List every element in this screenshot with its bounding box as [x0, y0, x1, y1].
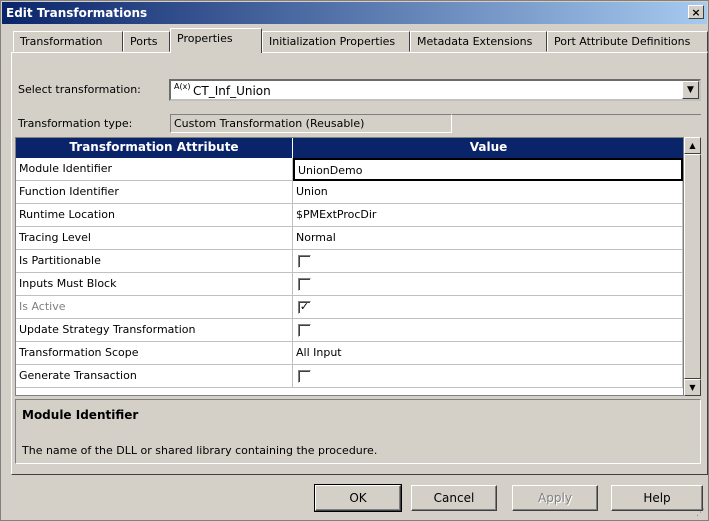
column-header-attribute[interactable]: Transformation Attribute — [16, 138, 293, 158]
table-row[interactable]: Update Strategy Transformation — [16, 319, 683, 342]
value-cell[interactable] — [293, 273, 683, 296]
attribute-cell[interactable]: Inputs Must Block — [16, 273, 293, 296]
tab-initialization-properties[interactable]: Initialization Properties — [262, 31, 410, 52]
is-active-checkbox[interactable]: ✓ — [298, 301, 311, 314]
transformation-type-value: Custom Transformation (Reusable) — [170, 114, 452, 133]
attribute-cell[interactable]: Transformation Scope — [16, 342, 293, 365]
window-title: Edit Transformations — [6, 6, 148, 20]
value-cell[interactable]: ✓ — [293, 296, 683, 319]
attribute-cell[interactable]: Module Identifier — [16, 158, 293, 181]
table-row[interactable]: Inputs Must Block — [16, 273, 683, 296]
attribute-cell[interactable]: Generate Transaction — [16, 365, 293, 388]
tab-port-attribute-definitions[interactable]: Port Attribute Definitions — [547, 31, 708, 52]
value-cell[interactable]: Normal — [293, 227, 683, 250]
expression-icon: A(x) — [174, 82, 191, 91]
description-panel: Module Identifier The name of the DLL or… — [15, 399, 701, 464]
cancel-button[interactable]: Cancel — [411, 485, 497, 511]
scroll-up-icon[interactable]: ▲ — [684, 137, 701, 154]
description-text: The name of the DLL or shared library co… — [22, 444, 378, 457]
vertical-scrollbar[interactable]: ▲ ▼ — [684, 137, 701, 396]
table-row[interactable]: Is Active ✓ — [16, 296, 683, 319]
title-bar[interactable]: Edit Transformations × — [2, 2, 707, 24]
inputs-must-block-checkbox[interactable] — [298, 278, 311, 291]
grid-header: Transformation Attribute Value — [16, 138, 683, 158]
tab-ports[interactable]: Ports — [123, 31, 170, 52]
attribute-cell[interactable]: Function Identifier — [16, 181, 293, 204]
update-strategy-checkbox[interactable] — [298, 324, 311, 337]
value-cell[interactable]: All Input — [293, 342, 683, 365]
help-button[interactable]: Help — [611, 485, 703, 511]
is-partitionable-checkbox[interactable] — [298, 255, 311, 268]
value-cell[interactable]: UnionDemo — [293, 158, 683, 181]
table-row[interactable]: Module Identifier UnionDemo — [16, 158, 683, 181]
table-row[interactable]: Generate Transaction — [16, 365, 683, 388]
attribute-cell[interactable]: Update Strategy Transformation — [16, 319, 293, 342]
select-transformation-value: CT_Inf_Union — [193, 84, 271, 98]
dropdown-arrow-icon[interactable]: ▼ — [682, 81, 699, 99]
divider — [452, 114, 701, 133]
column-header-value[interactable]: Value — [293, 138, 683, 158]
value-cell[interactable] — [293, 250, 683, 273]
transformation-type-label: Transformation type: — [18, 117, 133, 130]
close-button[interactable]: × — [688, 5, 704, 19]
table-row[interactable]: Runtime Location $PMExtProcDir — [16, 204, 683, 227]
table-row[interactable]: Tracing Level Normal — [16, 227, 683, 250]
scroll-thumb[interactable] — [684, 154, 701, 379]
tab-transformation[interactable]: Transformation — [13, 31, 123, 52]
attribute-cell[interactable]: Is Partitionable — [16, 250, 293, 273]
table-row[interactable]: Is Partitionable — [16, 250, 683, 273]
resize-grip-icon[interactable]: ⋰ — [696, 508, 706, 518]
ok-button[interactable]: OK — [314, 484, 402, 512]
value-cell[interactable] — [293, 365, 683, 388]
attribute-cell[interactable]: Runtime Location — [16, 204, 293, 227]
attribute-cell[interactable]: Is Active — [16, 296, 293, 319]
tab-metadata-extensions[interactable]: Metadata Extensions — [410, 31, 547, 52]
table-row[interactable]: Transformation Scope All Input — [16, 342, 683, 365]
value-cell[interactable]: $PMExtProcDir — [293, 204, 683, 227]
value-cell[interactable] — [293, 319, 683, 342]
table-row[interactable]: Function Identifier Union — [16, 181, 683, 204]
scroll-down-icon[interactable]: ▼ — [684, 379, 701, 396]
properties-grid: Transformation Attribute Value Module Id… — [15, 137, 684, 396]
apply-button[interactable]: Apply — [512, 485, 598, 511]
select-transformation-dropdown[interactable]: A(x) CT_Inf_Union ▼ — [169, 79, 701, 101]
generate-transaction-checkbox[interactable] — [298, 370, 311, 383]
value-cell[interactable]: Union — [293, 181, 683, 204]
attribute-cell[interactable]: Tracing Level — [16, 227, 293, 250]
description-title: Module Identifier — [22, 408, 139, 422]
edit-transformations-dialog: Edit Transformations × Transformation Po… — [0, 0, 709, 521]
tab-properties[interactable]: Properties — [170, 28, 262, 53]
select-transformation-label: Select transformation: — [18, 83, 141, 96]
